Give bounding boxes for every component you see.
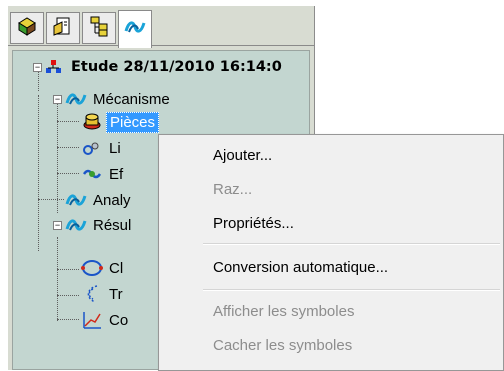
curve-icon (81, 311, 103, 329)
document-properties-icon (52, 15, 74, 42)
tree-node-label: Résul (93, 216, 132, 234)
menu-separator (203, 243, 500, 245)
root-expander[interactable]: − (33, 63, 42, 72)
hierarchy-icon (88, 15, 110, 42)
mechanism-icon (65, 191, 87, 209)
tree-node-result-3[interactable]: Co (81, 309, 131, 331)
tab-hierarchy[interactable] (82, 12, 116, 44)
tree-node-resultats[interactable]: Résul (65, 214, 134, 236)
tree-node-liaisons[interactable]: Li (81, 137, 124, 159)
force-icon (81, 165, 103, 183)
tab-strip-border (8, 45, 314, 46)
tree-node-etude[interactable]: Etude 28/11/2010 16:14:0 (43, 56, 285, 78)
tree-node-result-2[interactable]: Tr (81, 283, 126, 305)
tree-node-label: Pièces (106, 111, 160, 133)
joint-icon (81, 139, 103, 157)
menu-separator (203, 289, 500, 291)
tree-node-analyse[interactable]: Analy (65, 189, 134, 211)
menu-item-ajouter[interactable]: Ajouter... (213, 147, 272, 164)
mechanism-icon (123, 19, 147, 40)
study-icon (43, 58, 65, 76)
menu-item-cacher-symboles[interactable]: Cacher les symboles (213, 337, 352, 354)
tree-node-efforts[interactable]: Ef (81, 163, 126, 185)
tab-strip (8, 10, 314, 48)
tree-node-label: Cl (109, 259, 124, 277)
menu-item-conversion-automatique[interactable]: Conversion automatique... (213, 259, 388, 276)
context-menu: Ajouter... Raz... Propriétés... Conversi… (158, 134, 504, 371)
tree-node-label: Etude 28/11/2010 16:14:0 (71, 59, 282, 75)
tab-3d-objects[interactable] (10, 12, 44, 44)
tree-node-mecanisme[interactable]: Mécanisme (65, 88, 173, 110)
parts-icon (81, 113, 103, 131)
tree-node-pieces[interactable]: Pièces (81, 111, 160, 133)
tree-node-result-1[interactable]: Cl (81, 257, 126, 279)
tree-node-label: Ef (109, 165, 124, 183)
tab-document[interactable] (46, 12, 80, 44)
trace-icon (81, 285, 103, 303)
trajectory-circle-icon (81, 259, 103, 277)
menu-item-raz[interactable]: Raz... (213, 181, 252, 198)
3d-object-icon (16, 15, 38, 42)
tab-mechanism[interactable] (118, 10, 152, 48)
menu-item-proprietes[interactable]: Propriétés... (213, 215, 294, 232)
resultats-expander[interactable]: − (53, 221, 62, 230)
mechanism-icon (65, 216, 87, 234)
tree-node-label: Tr (109, 285, 123, 303)
mechanism-icon (65, 90, 87, 108)
menu-item-afficher-symboles[interactable]: Afficher les symboles (213, 303, 354, 320)
tree-node-label: Analy (93, 191, 131, 209)
tree-node-label: Mécanisme (93, 90, 170, 108)
tree-node-label: Co (109, 311, 129, 329)
tree-node-label: Li (109, 139, 121, 157)
mecanisme-expander[interactable]: − (53, 95, 62, 104)
